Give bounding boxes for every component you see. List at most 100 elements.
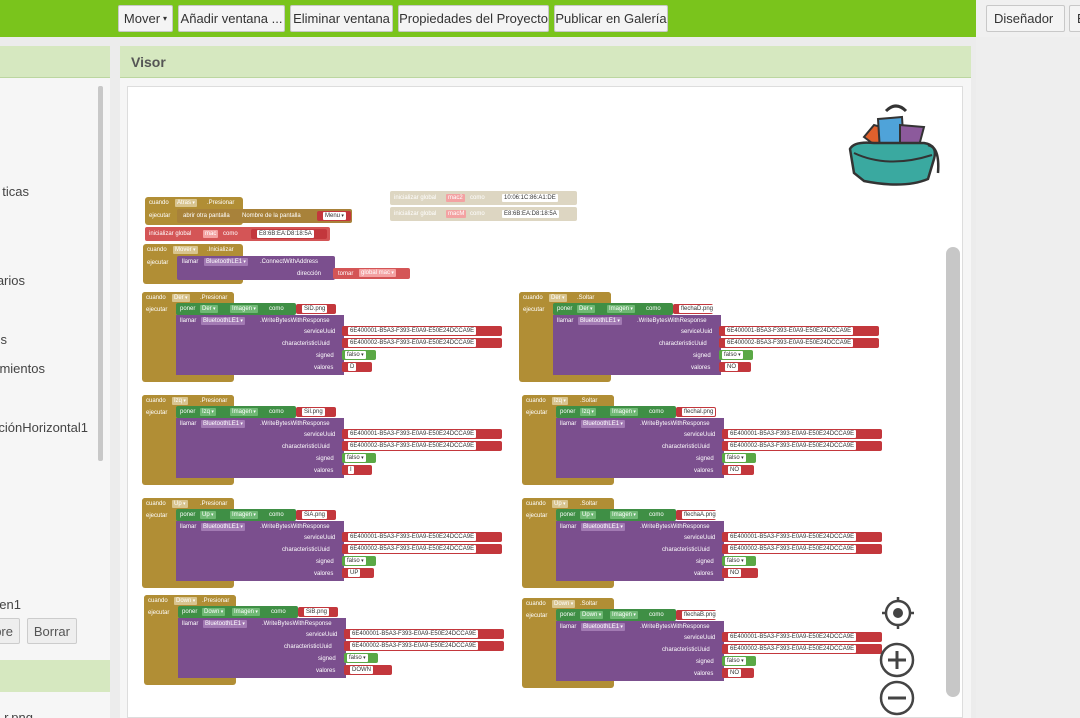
property-dropdown[interactable]: Imagen: [232, 608, 260, 616]
component-dropdown[interactable]: Up: [580, 511, 596, 519]
media-item[interactable]: r.png: [4, 710, 33, 718]
blocks-workspace[interactable]: inicializar global mac2 como 10:06:1C:86…: [127, 86, 963, 718]
component-dropdown[interactable]: Der: [200, 305, 218, 313]
component-dropdown[interactable]: BluetoothLE1: [581, 523, 625, 531]
characteristic-uuid[interactable]: 6E400002-B5A3-F393-E0A9-E50E24DCCA9E: [348, 545, 477, 553]
text-block[interactable]: flechaA.png: [676, 510, 718, 520]
component-dropdown[interactable]: Der: [577, 305, 595, 313]
logic-block[interactable]: falso: [342, 350, 376, 360]
get-variable-block[interactable]: tomar global mac: [333, 268, 410, 279]
component-dropdown[interactable]: Atras: [175, 199, 197, 207]
set-image-block[interactable]: poner Up Imagen como: [176, 509, 296, 521]
text-block[interactable]: 6E400001-B5A3-F393-E0A9-E50E24DCCA9E: [722, 632, 882, 642]
component-dropdown[interactable]: BluetoothLE1: [203, 620, 247, 628]
service-uuid[interactable]: 6E400001-B5A3-F393-E0A9-E50E24DCCA9E: [348, 533, 477, 541]
text-block[interactable]: I: [342, 465, 372, 475]
text-block[interactable]: 6E400002-B5A3-F393-E0A9-E50E24DCCA9E: [722, 644, 882, 654]
text-value[interactable]: flechaA.png: [682, 511, 718, 519]
logic-block[interactable]: falso: [719, 350, 753, 360]
backpack-icon[interactable]: [844, 97, 944, 192]
component-item[interactable]: mientos: [0, 361, 45, 376]
logic-block[interactable]: falso: [722, 656, 756, 666]
boolean-value[interactable]: falso: [345, 454, 366, 462]
add-screen-button[interactable]: Añadir ventana ...: [178, 5, 285, 32]
global-variable-block[interactable]: inicializar global mac2 como 10:06:1C:86…: [390, 191, 577, 205]
blocks-button[interactable]: Bloques: [1069, 5, 1080, 32]
text-value[interactable]: SiD.png: [302, 305, 328, 313]
delete-button[interactable]: Borrar: [27, 618, 77, 644]
text-block[interactable]: Menu: [317, 211, 351, 221]
boolean-value[interactable]: falso: [347, 654, 368, 662]
set-image-block[interactable]: poner Der Imagen como: [553, 303, 673, 315]
component-dropdown[interactable]: BluetoothLE1: [201, 317, 245, 325]
boolean-value[interactable]: falso: [345, 557, 366, 565]
service-uuid[interactable]: 6E400001-B5A3-F393-E0A9-E50E24DCCA9E: [728, 430, 857, 438]
zoom-in-icon[interactable]: [878, 641, 916, 679]
rename-button[interactable]: bre: [0, 618, 20, 644]
text-value[interactable]: 10:06:1C:86:A1:DE: [502, 194, 558, 202]
boolean-value[interactable]: falso: [725, 657, 746, 665]
project-properties-button[interactable]: Propiedades del Proyecto: [398, 5, 549, 32]
characteristic-uuid[interactable]: 6E400002-B5A3-F393-E0A9-E50E24DCCA9E: [348, 442, 477, 450]
move-button[interactable]: Mover ▾: [118, 5, 173, 32]
text-value[interactable]: NO: [728, 569, 741, 577]
text-block[interactable]: 6E400001-B5A3-F393-E0A9-E50E24DCCA9E: [719, 326, 879, 336]
logic-block[interactable]: falso: [342, 453, 376, 463]
call-block[interactable]: llamar BluetoothLE1 .WriteBytesWithRespo…: [178, 618, 346, 678]
text-value[interactable]: DOWN: [350, 666, 373, 674]
component-dropdown[interactable]: Down: [174, 597, 198, 605]
component-item[interactable]: arios: [0, 273, 25, 288]
text-block[interactable]: D: [342, 362, 372, 372]
call-block[interactable]: llamar BluetoothLE1 .WriteBytesWithRespo…: [556, 521, 724, 581]
component-dropdown[interactable]: BluetoothLE1: [204, 258, 248, 266]
recenter-icon[interactable]: [880, 595, 916, 631]
text-block[interactable]: 6E400001-B5A3-F393-E0A9-E50E24DCCA9E: [342, 532, 502, 542]
text-value[interactable]: Menu: [323, 212, 346, 220]
text-block[interactable]: E8:6B:EA:D8:18:5A: [251, 229, 327, 239]
global-name[interactable]: macM: [446, 210, 467, 218]
text-block[interactable]: SiA.png: [296, 510, 336, 520]
characteristic-uuid[interactable]: 6E400002-B5A3-F393-E0A9-E50E24DCCA9E: [725, 339, 854, 347]
text-block[interactable]: 6E400002-B5A3-F393-E0A9-E50E24DCCA9E: [342, 544, 502, 554]
text-value[interactable]: E8:6B:EA:D8:18:5A: [257, 230, 314, 238]
text-value[interactable]: NO: [725, 363, 738, 371]
property-dropdown[interactable]: Imagen: [607, 305, 635, 313]
text-value[interactable]: D: [348, 363, 357, 371]
text-block[interactable]: 6E400002-B5A3-F393-E0A9-E50E24DCCA9E: [342, 338, 502, 348]
global-variable-block[interactable]: inicializar global mac como E8:6B:EA:D8:…: [145, 227, 330, 241]
text-value[interactable]: UP: [348, 569, 361, 577]
component-dropdown[interactable]: Izq: [580, 408, 596, 416]
zoom-out-icon[interactable]: [878, 679, 916, 717]
service-uuid[interactable]: 6E400001-B5A3-F393-E0A9-E50E24DCCA9E: [350, 630, 479, 638]
call-block[interactable]: llamar BluetoothLE1 .WriteBytesWithRespo…: [176, 315, 344, 375]
set-image-block[interactable]: poner Down Imagen como: [178, 606, 298, 618]
call-block[interactable]: llamar BluetoothLE1 .WriteBytesWithRespo…: [556, 418, 724, 478]
service-uuid[interactable]: 6E400001-B5A3-F393-E0A9-E50E24DCCA9E: [728, 633, 857, 641]
text-value[interactable]: NO: [728, 669, 741, 677]
component-dropdown[interactable]: Mover: [173, 246, 198, 254]
designer-button[interactable]: Diseñador: [986, 5, 1065, 32]
text-block[interactable]: NO: [722, 465, 754, 475]
text-value[interactable]: E8:6B:EA:D8:18:5A: [502, 210, 559, 218]
component-dropdown[interactable]: BluetoothLE1: [201, 420, 245, 428]
logic-block[interactable]: falso: [344, 653, 378, 663]
component-dropdown[interactable]: Up: [172, 500, 188, 508]
characteristic-uuid[interactable]: 6E400002-B5A3-F393-E0A9-E50E24DCCA9E: [348, 339, 477, 347]
boolean-value[interactable]: falso: [722, 351, 743, 359]
property-dropdown[interactable]: Imagen: [230, 408, 258, 416]
text-block[interactable]: 6E400001-B5A3-F393-E0A9-E50E24DCCA9E: [342, 429, 502, 439]
components-scrollbar[interactable]: [98, 86, 103, 461]
global-variable-block[interactable]: inicializar global macM como E8:6B:EA:D8…: [390, 207, 577, 221]
call-block[interactable]: llamar BluetoothLE1 .WriteBytesWithRespo…: [176, 521, 344, 581]
remove-screen-button[interactable]: Eliminar ventana: [290, 5, 393, 32]
text-block[interactable]: flechaB.png: [676, 610, 718, 620]
text-value[interactable]: SiB.png: [304, 608, 330, 616]
text-block[interactable]: SiD.png: [296, 304, 336, 314]
global-name[interactable]: mac2: [446, 194, 465, 202]
component-dropdown[interactable]: BluetoothLE1: [581, 623, 625, 631]
component-dropdown[interactable]: Up: [200, 511, 216, 519]
component-dropdown[interactable]: Izq: [200, 408, 216, 416]
text-block[interactable]: flechaD.png: [673, 304, 716, 314]
component-dropdown[interactable]: Down: [552, 600, 576, 608]
text-block[interactable]: 6E400002-B5A3-F393-E0A9-E50E24DCCA9E: [344, 641, 504, 651]
